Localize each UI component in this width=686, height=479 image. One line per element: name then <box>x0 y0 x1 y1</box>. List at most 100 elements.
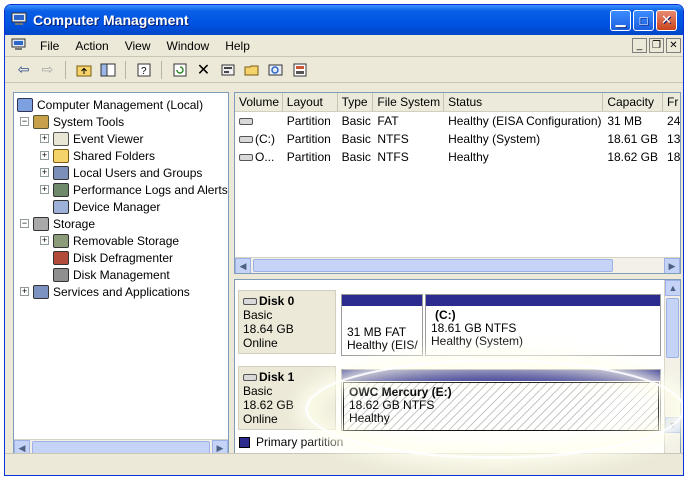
drive-icon <box>239 136 253 144</box>
services-icon <box>33 284 49 299</box>
partition-bar <box>342 295 422 306</box>
disk-map[interactable]: Disk 0 Basic 18.64 GB Online 31 MB FAT H… <box>234 279 681 456</box>
computer-management-icon <box>11 12 27 29</box>
show-hide-tree-icon[interactable] <box>97 60 118 80</box>
title-bar[interactable]: Computer Management ▁ □ ✕ <box>5 5 683 35</box>
col-layout[interactable]: Layout <box>283 93 338 111</box>
tree-item-event-viewer[interactable]: + Event Viewer <box>40 130 143 147</box>
tree-item-disk-defragmenter[interactable]: Disk Defragmenter <box>53 249 173 266</box>
disk-map-vertical-scrollbar[interactable]: ▲ ▼ <box>664 280 680 455</box>
mdi-minimize-button[interactable]: _ <box>632 38 647 53</box>
search-icon[interactable] <box>265 60 286 80</box>
tree-item-system-tools[interactable]: − System Tools <box>20 113 124 130</box>
menu-action[interactable]: Action <box>67 37 116 55</box>
disk-0-partition-eisa[interactable]: 31 MB FAT Healthy (EIS/ <box>341 294 423 356</box>
expand-icon[interactable]: + <box>40 168 49 177</box>
tree-item-services-applications[interactable]: + Services and Applications <box>20 283 190 300</box>
tree-item-computer-management[interactable]: Computer Management (Local) <box>17 96 203 113</box>
tree-label: Storage <box>53 216 96 231</box>
tree-label: Event Viewer <box>73 131 144 146</box>
console-tree[interactable]: Computer Management (Local) − System Too… <box>13 92 229 456</box>
device-manager-icon <box>53 199 69 214</box>
partition-bar <box>342 370 660 381</box>
mdi-close-button[interactable]: ✕ <box>666 38 681 53</box>
help-icon[interactable]: ? <box>133 60 154 80</box>
tree-item-storage[interactable]: − Storage <box>20 215 95 232</box>
tree-label: Removable Storage <box>73 233 180 248</box>
scroll-up-icon[interactable]: ▲ <box>665 280 680 296</box>
close-button[interactable]: ✕ <box>656 9 677 31</box>
computer-management-window: Computer Management ▁ □ ✕ File Action Vi… <box>4 4 684 476</box>
col-status[interactable]: Status <box>444 93 604 111</box>
users-icon <box>53 165 69 180</box>
collapse-icon[interactable]: − <box>20 117 29 126</box>
col-capacity[interactable]: Capacity <box>603 93 664 111</box>
col-volume[interactable]: Volume <box>235 93 283 111</box>
minimize-button[interactable]: ▁ <box>610 9 631 31</box>
toolbar: ⇦ ⇨ ? ✕ <box>5 57 683 83</box>
defragmenter-icon <box>53 250 69 265</box>
tree-item-device-manager[interactable]: Device Manager <box>53 198 160 215</box>
volume-row[interactable]: O... Partition Basic NTFS Healthy 18.62 … <box>235 148 680 166</box>
removable-storage-icon <box>53 233 69 248</box>
col-file-system[interactable]: File System <box>373 93 445 111</box>
expand-icon[interactable]: + <box>40 185 49 194</box>
scroll-down-icon[interactable]: ▼ <box>665 417 680 433</box>
tree-label: Local Users and Groups <box>73 165 203 180</box>
volume-row[interactable]: (C:) Partition Basic NTFS Healthy (Syste… <box>235 130 680 148</box>
expand-icon[interactable]: + <box>40 236 49 245</box>
menu-help[interactable]: Help <box>217 37 258 55</box>
tree-item-shared-folders[interactable]: + Shared Folders <box>40 147 155 164</box>
window-title: Computer Management <box>33 12 189 28</box>
delete-icon[interactable]: ✕ <box>193 60 214 80</box>
event-viewer-icon <box>53 131 69 146</box>
tree-label: Disk Defragmenter <box>73 250 174 265</box>
expand-icon[interactable]: + <box>20 287 29 296</box>
tree-item-disk-management[interactable]: Disk Management <box>53 266 170 283</box>
expand-icon[interactable]: + <box>40 134 49 143</box>
disk-1-info[interactable]: Disk 1 Basic 18.62 GB Online <box>238 366 336 430</box>
maximize-button[interactable]: □ <box>633 9 654 31</box>
menu-view[interactable]: View <box>117 37 159 55</box>
forward-icon[interactable]: ⇨ <box>37 60 58 80</box>
tree-item-removable-storage[interactable]: + Removable Storage <box>40 232 179 249</box>
tree-label: Shared Folders <box>73 148 156 163</box>
disk-1-partition-e[interactable]: OWC Mercury (E:) 18.62 GB NTFS Healthy <box>341 369 661 431</box>
col-free[interactable]: Fr <box>663 93 680 111</box>
menu-bar: File Action View Window Help _ ❐ ✕ <box>5 35 683 57</box>
drive-icon <box>243 298 257 306</box>
shared-folder-icon <box>53 148 69 163</box>
drive-icon <box>239 118 253 126</box>
performance-icon <box>53 182 69 197</box>
tree-label: Performance Logs and Alerts <box>73 182 228 197</box>
properties-sheet-icon[interactable] <box>289 60 310 80</box>
tree-item-performance-logs[interactable]: + Performance Logs and Alerts <box>40 181 228 198</box>
volume-horizontal-scrollbar[interactable]: ◀ ▶ <box>235 257 680 273</box>
properties-icon[interactable] <box>217 60 238 80</box>
scroll-thumb[interactable] <box>666 298 679 358</box>
scroll-left-icon[interactable]: ◀ <box>235 258 251 273</box>
up-folder-icon[interactable] <box>73 60 94 80</box>
volume-list[interactable]: Volume Layout Type File System Status Ca… <box>234 92 681 274</box>
tree-label: Computer Management (Local) <box>37 97 204 112</box>
menu-window[interactable]: Window <box>159 37 218 55</box>
volume-row[interactable]: Partition Basic FAT Healthy (EISA Config… <box>235 112 680 130</box>
tree-item-local-users[interactable]: + Local Users and Groups <box>40 164 202 181</box>
toolbar-separator <box>65 60 66 79</box>
scroll-right-icon[interactable]: ▶ <box>664 258 680 273</box>
app-menu-icon[interactable] <box>11 38 26 54</box>
expand-icon[interactable]: + <box>40 151 49 160</box>
tree-label: Disk Management <box>73 267 170 282</box>
refresh-icon[interactable] <box>169 60 190 80</box>
mdi-restore-button[interactable]: ❐ <box>649 38 664 53</box>
disk-0-info[interactable]: Disk 0 Basic 18.64 GB Online <box>238 290 336 354</box>
back-icon[interactable]: ⇦ <box>13 60 34 80</box>
primary-partition-swatch <box>239 436 250 448</box>
col-type[interactable]: Type <box>338 93 374 111</box>
menu-file[interactable]: File <box>32 37 67 55</box>
scroll-thumb[interactable] <box>253 259 613 272</box>
collapse-icon[interactable]: − <box>20 219 29 228</box>
disk-0-partition-c[interactable]: (C:) 18.61 GB NTFS Healthy (System) <box>425 294 661 356</box>
open-folder-icon[interactable] <box>241 60 262 80</box>
legend-label: Primary partition <box>256 435 344 449</box>
